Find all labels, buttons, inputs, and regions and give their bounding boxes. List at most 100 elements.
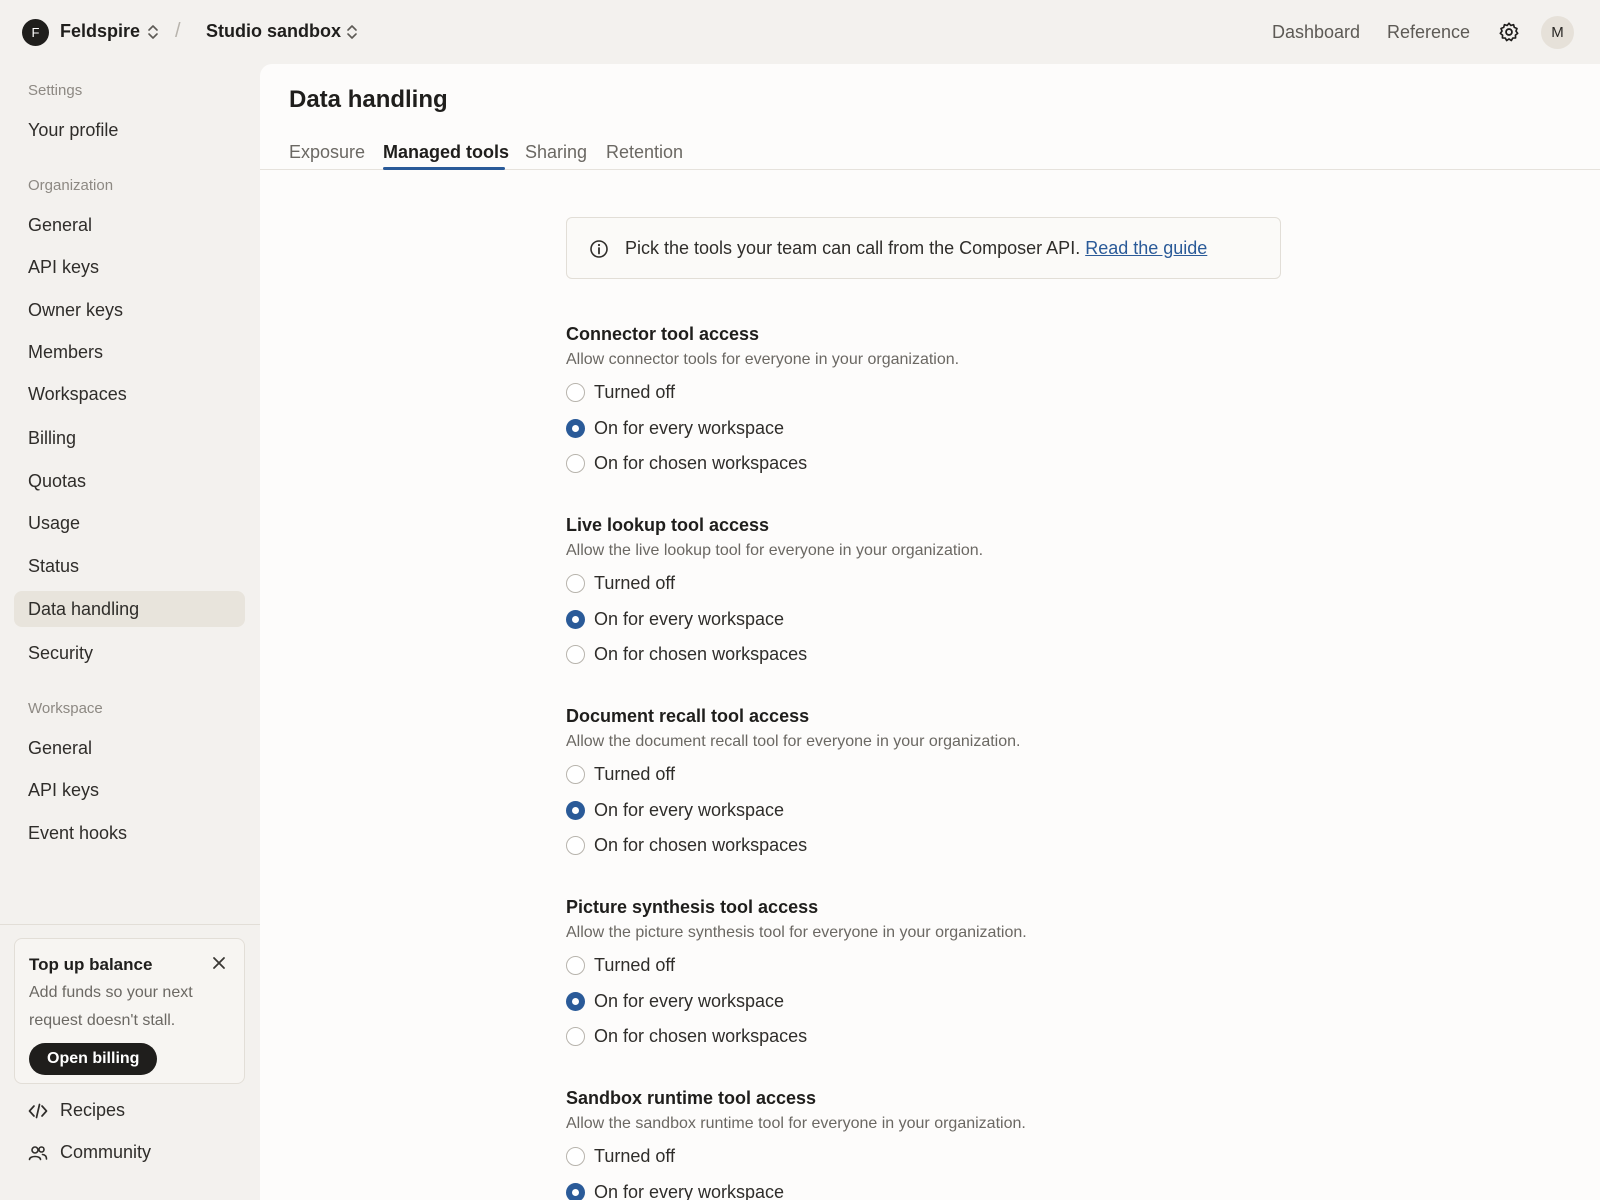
top-up-description: Add funds so your next request doesn't s…: [29, 984, 193, 1029]
info-icon: [590, 240, 608, 258]
radio-option-turned-off[interactable]: Turned off: [566, 382, 675, 403]
sidebar-item-workspaces[interactable]: Workspaces: [14, 376, 245, 412]
tab-managed-tools[interactable]: Managed tools: [383, 142, 509, 163]
radio-unchecked[interactable]: [566, 1147, 585, 1166]
sidebar-item-data-handling[interactable]: Data handling: [14, 591, 245, 627]
org-switcher[interactable]: Feldspire: [60, 21, 140, 42]
nav-dashboard-link[interactable]: Dashboard: [1272, 22, 1360, 43]
radio-checked[interactable]: [566, 1183, 585, 1200]
radio-label: On for every workspace: [594, 609, 785, 629]
radio-option-turned-off[interactable]: Turned off: [566, 573, 675, 594]
sidebar-heading-settings: Settings: [28, 82, 83, 99]
radio-option-chosen-workspaces[interactable]: On for chosen workspaces: [566, 644, 807, 665]
section-description: Allow the picture synthesis tool for eve…: [566, 924, 1027, 941]
sidebar-item-status[interactable]: Status: [14, 548, 245, 584]
main-panel: Data handling Exposure Managed tools Sha…: [260, 64, 1600, 1200]
radio-unchecked[interactable]: [566, 574, 585, 593]
radio-unchecked[interactable]: [566, 645, 585, 664]
gear-icon[interactable]: [1498, 21, 1520, 43]
sidebar-item-usage[interactable]: Usage: [14, 505, 245, 541]
section-description: Allow connector tools for everyone in yo…: [566, 351, 960, 368]
sidebar-item-ws-general[interactable]: General: [14, 730, 245, 766]
user-avatar[interactable]: M: [1541, 16, 1574, 49]
breadcrumb-separator: /: [175, 20, 181, 42]
radio-unchecked[interactable]: [566, 383, 585, 402]
radio-option-every-workspace[interactable]: On for every workspace: [566, 609, 784, 630]
section-title: Picture synthesis tool access: [566, 897, 819, 917]
code-icon: [28, 1103, 48, 1118]
sidebar-heading-organization: Organization: [28, 177, 114, 194]
radio-label: On for every workspace: [594, 1182, 785, 1200]
radio-unchecked[interactable]: [566, 956, 585, 975]
section-title: Sandbox runtime tool access: [566, 1088, 817, 1108]
sidebar-item-billing[interactable]: Billing: [14, 420, 245, 456]
radio-label: On for chosen workspaces: [594, 453, 808, 473]
radio-label: Turned off: [594, 955, 676, 975]
sidebar-heading-workspace: Workspace: [28, 700, 103, 717]
section-title: Connector tool access: [566, 324, 760, 344]
top-bar: F Feldspire / Studio sandbox Dashboard R…: [0, 0, 1600, 64]
radio-option-every-workspace[interactable]: On for every workspace: [566, 418, 784, 439]
active-tab-indicator: [383, 167, 505, 170]
sidebar-item-event-hooks[interactable]: Event hooks: [14, 815, 245, 851]
notice-text: Pick the tools your team can call from t…: [625, 238, 1081, 258]
radio-unchecked[interactable]: [566, 836, 585, 855]
radio-option-every-workspace[interactable]: On for every workspace: [566, 800, 784, 821]
section-description: Allow the live lookup tool for everyone …: [566, 542, 984, 559]
section-title: Live lookup tool access: [566, 515, 770, 535]
radio-option-turned-off[interactable]: Turned off: [566, 1146, 675, 1167]
sidebar: Settings Your profile Organization Gener…: [0, 64, 260, 1200]
sidebar-item-org-api-keys[interactable]: API keys: [14, 249, 245, 285]
workspace-switcher[interactable]: Studio sandbox: [206, 21, 341, 42]
info-notice: Pick the tools your team can call from t…: [566, 217, 1281, 279]
top-up-card: Top up balance Add funds so your next re…: [14, 938, 245, 1084]
radio-option-chosen-workspaces[interactable]: On for chosen workspaces: [566, 453, 807, 474]
radio-label: On for every workspace: [594, 991, 785, 1011]
sidebar-item-org-general[interactable]: General: [14, 207, 245, 243]
tab-bar: Exposure Managed tools Sharing Retention: [260, 134, 1600, 170]
radio-label: On for chosen workspaces: [594, 835, 808, 855]
radio-checked[interactable]: [566, 992, 585, 1011]
community-link[interactable]: Community: [28, 1142, 151, 1163]
radio-label: Turned off: [594, 382, 676, 402]
sidebar-divider: [0, 924, 260, 925]
tab-sharing[interactable]: Sharing: [525, 142, 587, 163]
nav-reference-link[interactable]: Reference: [1387, 22, 1470, 43]
radio-option-chosen-workspaces[interactable]: On for chosen workspaces: [566, 835, 807, 856]
community-label: Community: [60, 1142, 152, 1162]
sidebar-item-ws-api-keys[interactable]: API keys: [14, 772, 245, 808]
radio-option-every-workspace[interactable]: On for every workspace: [566, 991, 784, 1012]
org-avatar[interactable]: F: [22, 19, 49, 46]
radio-label: Turned off: [594, 764, 676, 784]
radio-label: On for chosen workspaces: [594, 644, 808, 664]
notice-text-wrap: Pick the tools your team can call from t…: [625, 238, 1207, 259]
radio-option-turned-off[interactable]: Turned off: [566, 955, 675, 976]
users-icon: [28, 1145, 48, 1160]
recipes-link[interactable]: Recipes: [28, 1100, 125, 1121]
recipes-label: Recipes: [60, 1100, 126, 1120]
tab-retention[interactable]: Retention: [606, 142, 683, 163]
radio-option-turned-off[interactable]: Turned off: [566, 764, 675, 785]
radio-checked[interactable]: [566, 419, 585, 438]
chevron-up-down-icon[interactable]: [345, 23, 359, 41]
radio-label: Turned off: [594, 573, 676, 593]
section-description: Allow the document recall tool for every…: [566, 733, 1021, 750]
section-description: Allow the sandbox runtime tool for every…: [566, 1115, 1026, 1132]
open-billing-button[interactable]: Open billing: [29, 1043, 158, 1075]
radio-unchecked[interactable]: [566, 765, 585, 784]
sidebar-item-security[interactable]: Security: [14, 635, 245, 671]
radio-checked[interactable]: [566, 801, 585, 820]
sidebar-item-quotas[interactable]: Quotas: [14, 463, 245, 499]
tab-exposure[interactable]: Exposure: [289, 142, 365, 163]
radio-checked[interactable]: [566, 610, 585, 629]
radio-unchecked[interactable]: [566, 1027, 585, 1046]
sidebar-item-members[interactable]: Members: [14, 334, 245, 370]
radio-option-chosen-workspaces[interactable]: On for chosen workspaces: [566, 1026, 807, 1047]
sidebar-item-owner-keys[interactable]: Owner keys: [14, 292, 245, 328]
close-icon[interactable]: [211, 955, 227, 971]
sidebar-item-your-profile[interactable]: Your profile: [14, 112, 245, 148]
radio-unchecked[interactable]: [566, 454, 585, 473]
read-guide-link[interactable]: Read the guide: [1085, 238, 1207, 258]
chevron-up-down-icon[interactable]: [146, 23, 160, 41]
radio-option-every-workspace[interactable]: On for every workspace: [566, 1182, 784, 1200]
